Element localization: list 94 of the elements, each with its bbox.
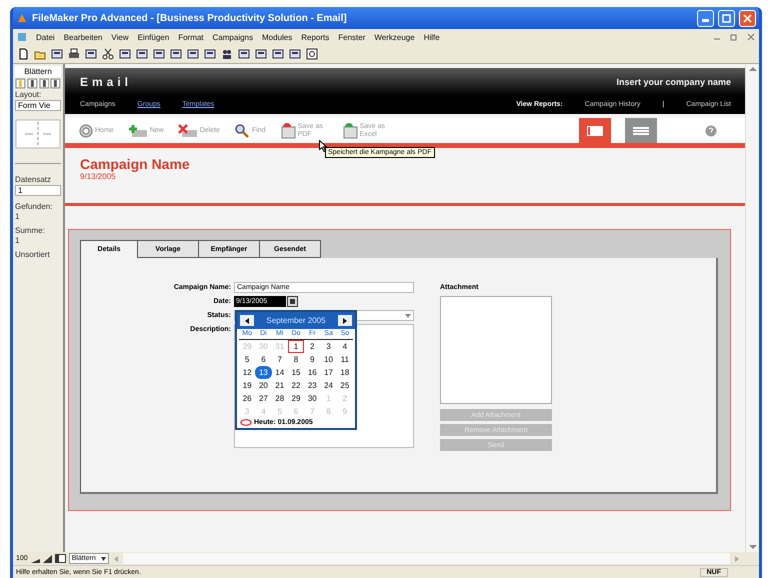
new-document-icon[interactable] — [17, 48, 29, 60]
minimize-icon — [702, 19, 709, 22]
calendar-day[interactable]: 24 — [320, 379, 337, 392]
pencil-icon[interactable] — [15, 78, 26, 89]
maximize-button[interactable] — [718, 10, 735, 26]
window-title: FileMaker Pro Advanced - [Business Productivity Solution - Email] — [32, 12, 348, 24]
calendar-day[interactable]: 4 — [336, 340, 353, 353]
list-view-button[interactable] — [625, 118, 657, 143]
calendar-day[interactable]: 15 — [288, 366, 304, 379]
menu-item[interactable]: View — [111, 32, 129, 42]
list-view-icon — [633, 126, 649, 136]
calendar-day[interactable]: 21 — [272, 379, 288, 392]
company-name: Insert your company name — [616, 76, 731, 86]
layout-label: Layout: — [15, 90, 42, 99]
menu-item[interactable]: Hilfe — [424, 32, 440, 42]
vertical-scrollbar[interactable] — [745, 64, 759, 552]
help-icon[interactable] — [306, 48, 318, 60]
calendar-day[interactable]: 11 — [336, 353, 353, 366]
calendar-day[interactable]: 30 — [304, 392, 320, 405]
menu-item[interactable]: Fenster — [338, 32, 366, 42]
calendar-day[interactable]: 18 — [336, 366, 353, 379]
add-record-icon[interactable] — [128, 124, 148, 138]
calendar-day[interactable]: 29 — [288, 392, 304, 405]
menu-item[interactable]: Reports — [301, 32, 330, 42]
calendar-day[interactable]: 16 — [304, 366, 320, 379]
calendar-month: September 2005 — [266, 316, 326, 325]
calendar-day[interactable]: 3 — [320, 340, 337, 353]
found-label: Gefunden: — [15, 202, 54, 211]
scroll-down-icon[interactable] — [748, 544, 756, 550]
scissors-icon[interactable] — [102, 48, 114, 60]
next-month-button[interactable] — [338, 315, 352, 326]
maximize-icon — [722, 14, 731, 22]
calendar-day[interactable]: 13 — [255, 366, 272, 379]
calendar-day[interactable]: 28 — [272, 392, 288, 405]
calendar-day[interactable]: 9 — [304, 353, 320, 366]
calendar-day[interactable]: 2 — [304, 340, 320, 353]
form-view-icon — [587, 126, 603, 136]
close-icon — [743, 14, 752, 22]
status-area-icon[interactable] — [54, 554, 66, 563]
calendar-day[interactable]: 1 — [288, 340, 304, 353]
calendar-day[interactable]: 17 — [320, 366, 337, 379]
home-icon[interactable] — [79, 124, 93, 138]
calendar-day[interactable]: 6 — [255, 353, 272, 366]
people-icon[interactable] — [221, 48, 233, 60]
restore-icon[interactable] — [730, 33, 738, 41]
menu-item[interactable]: Campaigns — [212, 32, 253, 42]
zoom-in-icon[interactable] — [42, 554, 52, 563]
today-marker-icon — [240, 419, 252, 426]
form-view-button[interactable] — [579, 118, 611, 143]
left-arrow-icon — [245, 318, 249, 324]
menu-item[interactable]: Werkzeuge — [374, 32, 415, 42]
layout-select[interactable]: Form Vie — [15, 100, 61, 111]
scroll-up-icon[interactable] — [748, 66, 756, 72]
record-field[interactable]: 1 — [15, 185, 61, 196]
minimize-button[interactable] — [697, 10, 714, 26]
calendar-day[interactable]: 19 — [239, 379, 256, 392]
calendar-day[interactable]: 27 — [255, 392, 272, 405]
calendar-day[interactable]: 23 — [304, 379, 320, 392]
menu-item[interactable]: Datei — [36, 32, 55, 42]
total-count: 1 — [15, 236, 20, 245]
delete-record-icon[interactable] — [178, 124, 198, 138]
total-label: Summe: — [15, 226, 46, 235]
close-button[interactable] — [739, 10, 756, 26]
calendar-day[interactable]: 8 — [288, 353, 304, 366]
document-export-icon[interactable] — [280, 122, 296, 138]
sort-status: Unsortiert — [15, 250, 51, 259]
calendar-day[interactable]: 10 — [320, 353, 337, 366]
menu-item[interactable]: Einfügen — [138, 32, 170, 42]
mode-label: Blättern — [15, 66, 61, 77]
search-icon[interactable] — [234, 124, 250, 138]
calendar-day[interactable]: 22 — [288, 379, 304, 392]
printer-icon[interactable] — [68, 48, 80, 60]
calendar-day[interactable]: 20 — [255, 379, 272, 392]
menu-item[interactable]: Bearbeiten — [64, 32, 102, 42]
record-date: 9/13/2005 — [80, 172, 117, 181]
calendar-day[interactable]: 26 — [239, 392, 256, 405]
previous-month-button[interactable] — [240, 315, 254, 326]
calendar-day[interactable]: 25 — [336, 379, 353, 392]
record-label: Datensatz — [15, 175, 52, 184]
found-count: 1 — [15, 212, 20, 221]
right-arrow-icon — [343, 318, 347, 324]
dropdown-arrow-icon — [405, 313, 411, 319]
calendar-day[interactable]: 12 — [239, 366, 256, 379]
calendar-day[interactable]: 7 — [272, 353, 288, 366]
close-icon[interactable] — [747, 33, 755, 41]
app-title: Email — [80, 74, 132, 88]
calendar-day[interactable]: 5 — [239, 353, 256, 366]
spreadsheet-export-icon[interactable] — [342, 122, 358, 138]
menu-item[interactable]: Modules — [262, 32, 292, 42]
menu-item[interactable]: Format — [178, 32, 204, 42]
dropdown-arrow-icon — [100, 556, 106, 560]
calendar-day[interactable]: 14 — [272, 366, 288, 379]
calendar-icon[interactable] — [287, 296, 298, 307]
record-title: Campaign Name — [80, 156, 191, 172]
